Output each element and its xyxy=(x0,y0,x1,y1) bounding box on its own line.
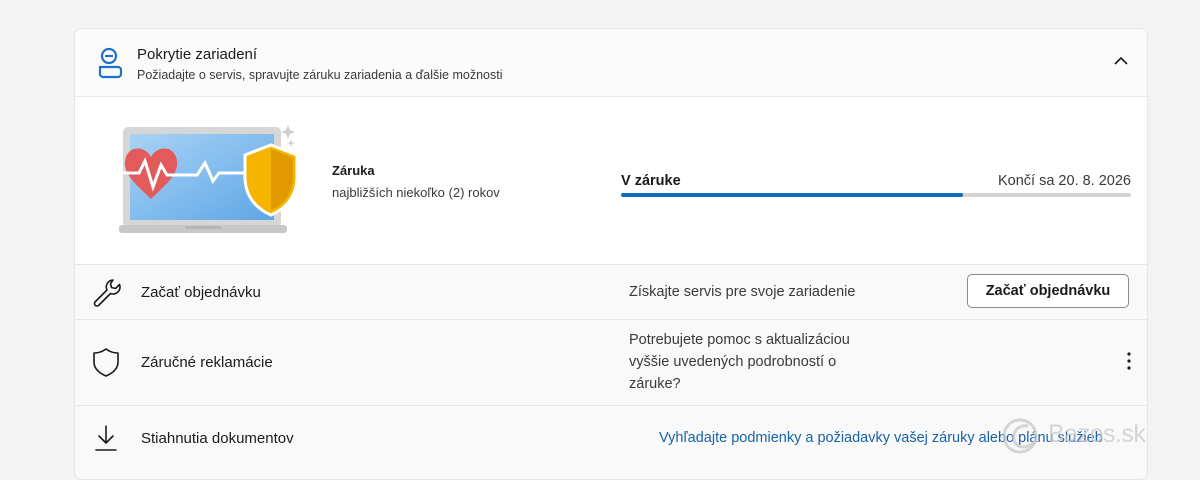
warranty-title: Záruka xyxy=(332,163,375,178)
device-support-icon xyxy=(98,47,123,79)
warranty-panel: Záruka najbližších niekoľko (2) rokov V … xyxy=(75,97,1147,265)
coverage-header[interactable]: Pokrytie zariadení Požiadajte o servis, … xyxy=(75,29,1147,97)
warranty-subtitle: najbližších niekoľko (2) rokov xyxy=(332,185,500,200)
start-order-row: Začať objednávku Získajte servis pre svo… xyxy=(75,265,1147,320)
warranty-claims-row[interactable]: Záručné reklamácie Potrebujete pomoc s a… xyxy=(75,320,1147,406)
chevron-up-icon[interactable] xyxy=(1113,55,1129,67)
coverage-subtitle: Požiadajte o servis, spravujte záruku za… xyxy=(137,68,503,82)
start-order-button[interactable]: Začať objednávku xyxy=(967,274,1129,308)
document-downloads-label: Stiahnutia dokumentov xyxy=(141,430,294,447)
start-order-label: Začať objednávku xyxy=(141,284,261,301)
watermark-logo-icon xyxy=(1002,418,1038,454)
warranty-claims-label: Záručné reklamácie xyxy=(141,354,273,371)
start-order-description: Získajte servis pre svoje zariadenie xyxy=(629,284,856,300)
more-vertical-icon[interactable] xyxy=(1123,350,1135,372)
warranty-claims-description-line: Potrebujete pomoc s aktualizáciou xyxy=(629,332,850,348)
shield-icon xyxy=(93,348,119,377)
wrench-icon xyxy=(93,279,121,307)
warranty-status: V záruke xyxy=(621,173,681,189)
watermark-text: Bazos.sk xyxy=(1048,420,1146,448)
warranty-progress-fill xyxy=(621,193,963,197)
warranty-claims-description-line: záruke? xyxy=(629,376,681,392)
warranty-end-date: Končí sa 20. 8. 2026 xyxy=(997,173,1131,189)
warranty-claims-description: Potrebujete pomoc s aktualizáciou vyššie… xyxy=(629,329,850,395)
laptop-health-illustration xyxy=(107,125,299,233)
watermark: Bazos.sk xyxy=(1000,416,1200,456)
device-coverage-card: Pokrytie zariadení Požiadajte o servis, … xyxy=(74,28,1148,480)
download-icon xyxy=(95,425,117,451)
document-downloads-row: Stiahnutia dokumentov Vyhľadajte podmien… xyxy=(75,406,1147,479)
coverage-title: Pokrytie zariadení xyxy=(137,46,258,63)
warranty-progress-track xyxy=(621,193,1131,197)
warranty-claims-description-line: vyššie uvedených podrobností o xyxy=(629,354,837,370)
